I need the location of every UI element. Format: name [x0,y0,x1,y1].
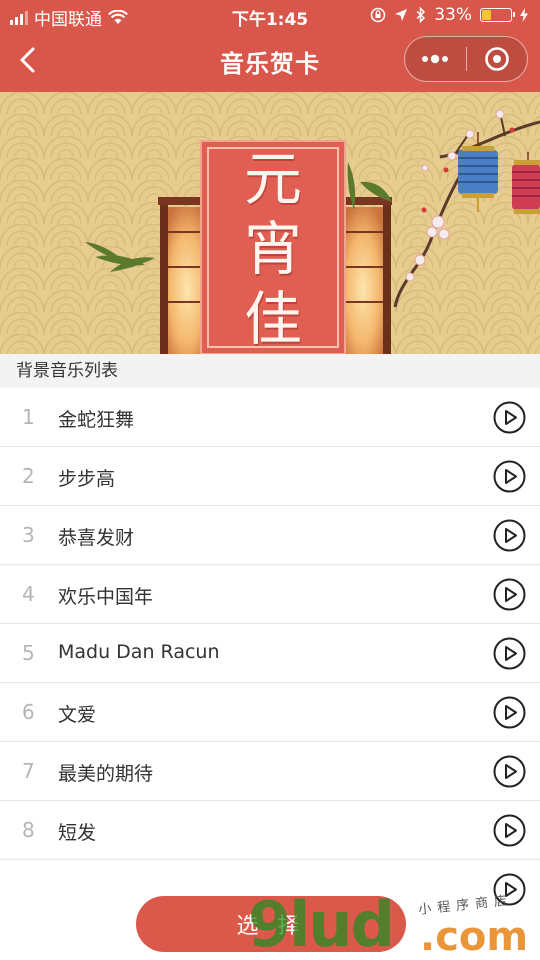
play-icon[interactable] [493,814,526,847]
song-item[interactable]: 2 步步高 [0,447,540,506]
song-name: 金蛇狂舞 [58,409,135,431]
status-bar: 中国联通 下午1:45 33% [0,0,540,30]
target-icon [484,47,509,71]
song-item[interactable]: 5 Madu Dan Racun [0,624,540,683]
song-index: 3 [22,523,35,547]
orientation-lock-icon [370,7,386,23]
watermark-domain: .com [420,914,529,960]
play-icon[interactable] [493,519,526,552]
battery-icon [480,8,515,22]
song-item[interactable]: 6 文爱 [0,683,540,742]
play-icon[interactable] [493,401,526,434]
song-index: 5 [22,641,35,665]
song-name: 欢乐中国年 [58,586,154,608]
song-list: 1 金蛇狂舞 2 步步高 3 恭喜发财 4 欢乐中国年 5 Madu Dan R… [0,388,540,919]
song-item[interactable]: 3 恭喜发财 [0,506,540,565]
mini-program-capsule [404,36,528,82]
more-icon [422,54,449,64]
nav-bar: 音乐贺卡 [0,30,540,92]
section-header: 背景音乐列表 [0,354,540,388]
song-item[interactable]: 7 最美的期待 [0,742,540,801]
banner-title: 元宵佳節 [243,145,302,353]
play-icon[interactable] [493,637,526,670]
song-index: 4 [22,582,35,606]
song-item[interactable]: 1 金蛇狂舞 [0,388,540,447]
banner-title-plaque: 元宵佳節 [200,140,346,354]
song-name: 步步高 [58,468,116,490]
song-item[interactable]: 4 欢乐中国年 [0,565,540,624]
lantern-festival-banner: 元宵佳節 [0,92,540,354]
charging-icon [520,8,528,22]
more-button[interactable] [405,37,466,81]
song-index: 2 [22,464,35,488]
status-right: 33% [370,5,528,25]
battery-level [482,10,492,20]
bluetooth-icon [416,7,426,23]
close-mini-program-button[interactable] [467,37,528,81]
location-icon [395,9,408,21]
play-icon[interactable] [493,873,526,906]
song-index: 7 [22,759,35,783]
song-index: 1 [22,405,35,429]
song-index: 8 [22,818,35,842]
select-button[interactable]: 选 择 [136,896,406,952]
song-name: 最美的期待 [58,763,154,785]
song-name: 文爱 [58,704,97,726]
play-icon[interactable] [493,460,526,493]
battery-percent: 33% [434,5,472,25]
song-index: 6 [22,700,35,724]
song-name: Madu Dan Racun [58,641,220,663]
play-icon[interactable] [493,755,526,788]
play-icon[interactable] [493,696,526,729]
play-icon[interactable] [493,578,526,611]
song-item[interactable]: 8 短发 [0,801,540,860]
song-name: 短发 [58,822,97,844]
song-name: 恭喜发财 [58,527,135,549]
